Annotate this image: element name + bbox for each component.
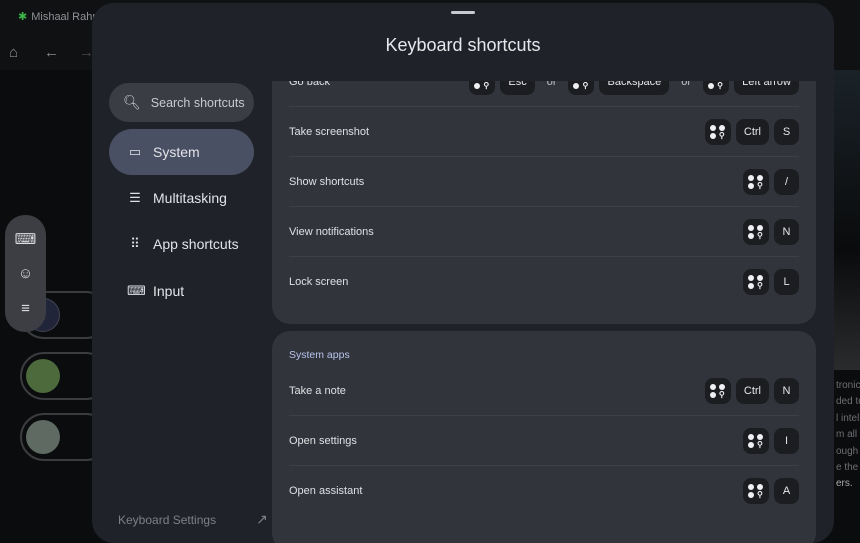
nav-item-app-shortcuts[interactable]: ⠿ App shortcuts (109, 221, 254, 267)
nav-item-system[interactable]: ▭ System (109, 129, 254, 175)
shortcut-row[interactable]: Open assistant ⚲ A (289, 466, 799, 516)
split-screen-icon: ☰ (129, 190, 141, 205)
article-text: tronicded tol intelm allough ce the ners… (836, 380, 860, 490)
meta-key-icon: ⚲ (743, 478, 769, 504)
system-apps-card: System apps Take a note ⚲ Ctrl N Open settin… (272, 331, 816, 543)
keyboard-shortcuts-dialog: Go back ⚲ Esc or ⚲ Backspace or ⚲ Left arrow Take… (92, 3, 834, 543)
key-cap: Ctrl (735, 377, 769, 404)
emoji-icon[interactable]: ☺ (18, 265, 33, 282)
keyboard-settings-link[interactable]: Keyboard Settings ↗ (118, 511, 268, 528)
dialog-title: Keyboard shortcuts (385, 35, 541, 55)
floating-input-toolbar: ⌨ ☺ ≡ (5, 215, 46, 332)
open-external-icon: ↗ (256, 511, 268, 527)
shortcut-keys: ⚲ Ctrl N (704, 377, 799, 404)
shortcut-row[interactable]: Take a note ⚲ Ctrl N (289, 366, 799, 416)
shortcut-keys: ⚲ N (743, 218, 799, 245)
shortcut-row[interactable]: Lock screen ⚲ L (289, 257, 799, 307)
article-image (834, 70, 860, 370)
system-shortcuts-card: Go back ⚲ Esc or ⚲ Backspace or ⚲ Left arrow Take… (272, 43, 816, 324)
shortcut-row[interactable]: Take screenshot ⚲ Ctrl S (289, 107, 799, 157)
search-input[interactable]: 🔍︎ Search shortcuts (109, 83, 254, 122)
shortcut-row[interactable]: Show shortcuts ⚲ / (289, 157, 799, 207)
key-cap: I (774, 427, 799, 454)
shortcut-row[interactable]: View notifications ⚲ N (289, 207, 799, 257)
shortcut-keys: ⚲ A (743, 478, 799, 504)
meta-key-icon: ⚲ (743, 427, 769, 454)
meta-key-icon: ⚲ (743, 269, 769, 295)
shortcut-row[interactable]: Open settings ⚲ I (289, 416, 799, 466)
shortcut-keys: ⚲ I (743, 427, 799, 454)
shortcut-label: View notifications (289, 225, 374, 238)
shortcut-keys: ⚲ Ctrl S (704, 118, 799, 145)
menu-icon[interactable]: ≡ (21, 300, 30, 317)
monitor-icon: ▭ (128, 144, 142, 159)
shortcut-label: Open settings (289, 434, 357, 447)
key-cap: / (774, 168, 799, 195)
shortcut-label: Take screenshot (289, 125, 370, 138)
nav-item-multitasking[interactable]: ☰ Multitasking (109, 175, 254, 221)
shortcut-keys: ⚲ / (743, 168, 799, 195)
apps-grid-icon: ⠿ (130, 236, 140, 251)
shortcut-label: Show shortcuts (289, 175, 365, 188)
key-cap: A (774, 478, 799, 504)
key-cap: S (774, 118, 799, 145)
shortcut-label: Take a note (289, 384, 346, 397)
search-icon: 🔍︎ (123, 94, 141, 110)
section-heading: System apps (289, 349, 350, 361)
key-cap: N (774, 218, 799, 245)
keyboard-icon: ⌨ (127, 283, 146, 298)
key-cap: L (774, 269, 799, 295)
nav-item-input[interactable]: ⌨ Input (109, 268, 254, 314)
back-arrow-icon[interactable]: ← (44, 44, 59, 61)
home-icon[interactable]: ⌂ (9, 44, 18, 61)
keyboard-icon[interactable]: ⌨ (15, 230, 37, 248)
meta-key-icon: ⚲ (743, 218, 769, 245)
key-cap: Ctrl (735, 118, 769, 145)
shortcut-label: Open assistant (289, 485, 363, 497)
meta-key-icon: ⚲ (704, 118, 731, 145)
meta-key-icon: ⚲ (743, 168, 769, 195)
drag-handle[interactable] (451, 11, 475, 14)
key-cap: N (774, 377, 799, 404)
meta-key-icon: ⚲ (704, 377, 731, 404)
shortcut-label: Lock screen (289, 276, 349, 288)
shortcut-keys: ⚲ L (743, 269, 799, 295)
tab-favicon-icon: ✱ (18, 11, 28, 23)
dialog-header: Keyboard shortcuts (92, 3, 834, 81)
